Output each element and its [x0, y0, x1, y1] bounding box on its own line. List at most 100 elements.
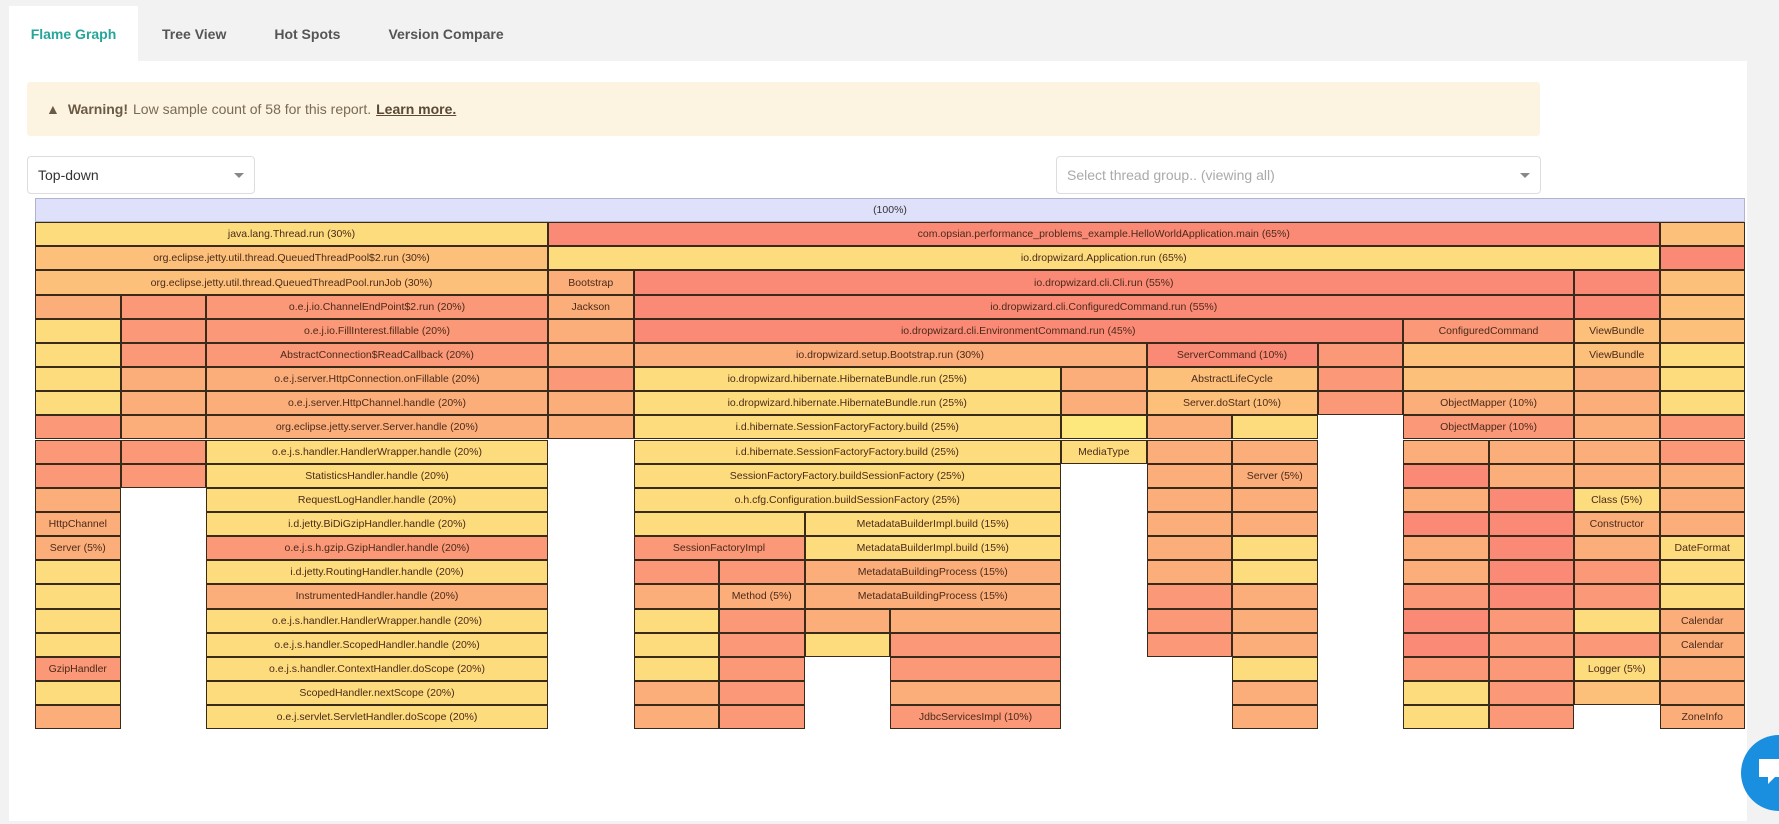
flame-frame[interactable]: Class (5%) [1574, 487, 1660, 512]
flame-frame[interactable]: RequestLogHandler.handle (20%) [206, 487, 548, 512]
flame-frame[interactable] [35, 463, 121, 488]
flame-frame[interactable] [1403, 584, 1489, 609]
flame-frame[interactable] [1403, 681, 1489, 706]
flame-frame[interactable] [890, 681, 1061, 706]
flame-frame[interactable] [1488, 560, 1574, 585]
flame-frame[interactable] [120, 367, 206, 392]
flame-frame[interactable] [719, 632, 805, 657]
flame-frame[interactable]: Server.doStart (10%) [1146, 391, 1318, 416]
flame-frame[interactable] [1574, 415, 1660, 440]
flame-frame[interactable] [1659, 584, 1745, 609]
flame-frame[interactable]: Logger (5%) [1574, 656, 1660, 681]
flame-frame[interactable] [1403, 560, 1489, 585]
flame-frame[interactable]: org.eclipse.jetty.server.Server.handle (… [206, 415, 548, 440]
flame-frame[interactable]: i.d.hibernate.SessionFactoryFactory.buil… [633, 439, 1061, 464]
flame-frame[interactable] [35, 367, 121, 392]
flame-frame[interactable] [1403, 536, 1489, 561]
flame-frame[interactable] [1574, 439, 1660, 464]
flame-frame[interactable] [120, 439, 206, 464]
flame-frame[interactable] [1488, 487, 1574, 512]
flame-frame[interactable] [1403, 511, 1489, 537]
flame-frame[interactable]: Constructor [1574, 511, 1660, 537]
flame-frame[interactable] [1232, 608, 1318, 633]
flame-frame[interactable] [548, 391, 634, 416]
flame-frame[interactable]: AbstractConnection$ReadCallback (20%) [206, 342, 548, 368]
flame-frame[interactable] [1659, 367, 1745, 392]
flame-frame[interactable]: o.e.j.io.FillInterest.fillable (20%) [206, 318, 548, 343]
flame-frame[interactable]: MetadataBuildingProcess (15%) [804, 584, 1061, 609]
flame-frame[interactable] [1061, 367, 1147, 392]
flame-frame[interactable] [1403, 705, 1489, 730]
flame-frame[interactable] [35, 342, 121, 368]
flame-frame[interactable] [35, 608, 121, 633]
flame-frame[interactable]: ZoneInfo [1659, 705, 1745, 730]
flame-frame[interactable]: o.h.cfg.Configuration.buildSessionFactor… [633, 487, 1061, 512]
flame-frame[interactable] [1574, 270, 1660, 295]
flame-frame[interactable]: java.lang.Thread.run (30%) [35, 222, 548, 247]
flame-frame[interactable] [1146, 584, 1232, 609]
flame-frame[interactable]: org.eclipse.jetty.util.thread.QueuedThre… [35, 270, 548, 295]
flame-frame[interactable] [548, 415, 634, 440]
flame-frame[interactable] [633, 608, 719, 633]
flame-frame[interactable] [35, 439, 121, 464]
flame-frame[interactable] [35, 318, 121, 343]
flame-frame[interactable] [1317, 367, 1403, 392]
flame-frame[interactable] [120, 294, 206, 319]
flame-frame[interactable] [35, 560, 121, 585]
flame-frame[interactable] [1659, 439, 1745, 464]
flame-frame[interactable] [1574, 294, 1660, 319]
flame-frame[interactable]: o.e.j.io.ChannelEndPoint$2.run (20%) [206, 294, 548, 319]
flame-frame[interactable]: JdbcServicesImpl (10%) [890, 705, 1061, 730]
learn-more-link[interactable]: Learn more. [376, 101, 456, 117]
flame-frame[interactable] [1232, 656, 1318, 681]
flame-frame[interactable]: io.dropwizard.Application.run (65%) [548, 246, 1660, 271]
flame-frame[interactable] [1061, 415, 1147, 440]
flame-frame[interactable] [633, 681, 719, 706]
flame-frame[interactable]: o.e.j.server.HttpConnection.onFillable (… [206, 367, 548, 392]
flame-frame[interactable] [633, 656, 719, 681]
flame-frame[interactable]: io.dropwizard.hibernate.HibernateBundle.… [633, 367, 1061, 392]
flame-frame[interactable]: ViewBundle [1574, 342, 1660, 368]
flame-frame[interactable]: Jackson [548, 294, 634, 319]
flame-frame[interactable] [1574, 391, 1660, 416]
flame-frame[interactable]: ObjectMapper (10%) [1403, 391, 1574, 416]
flame-frame[interactable] [1574, 632, 1660, 657]
flame-frame[interactable] [633, 705, 719, 730]
flame-frame[interactable] [1146, 511, 1232, 537]
flame-frame[interactable] [633, 511, 805, 537]
flame-frame[interactable] [1488, 656, 1574, 681]
flame-frame[interactable] [1574, 681, 1660, 706]
flame-frame[interactable] [1488, 439, 1574, 464]
flame-frame[interactable]: StatisticsHandler.handle (20%) [206, 463, 548, 488]
flame-frame[interactable]: InstrumentedHandler.handle (20%) [206, 584, 548, 609]
flame-frame[interactable] [1659, 342, 1745, 368]
flame-frame[interactable]: o.e.j.servlet.ServletHandler.doScope (20… [206, 705, 548, 730]
flame-frame[interactable] [1146, 608, 1232, 633]
flame-frame[interactable]: Bootstrap [548, 270, 634, 295]
flame-frame[interactable]: io.dropwizard.cli.EnvironmentCommand.run… [633, 318, 1403, 343]
flame-frame[interactable] [1317, 391, 1403, 416]
flame-frame[interactable] [1146, 560, 1232, 585]
flame-frame[interactable] [1403, 487, 1489, 512]
flame-frame[interactable]: MetadataBuilderImpl.build (15%) [804, 511, 1061, 537]
flame-frame[interactable]: o.e.j.server.HttpChannel.handle (20%) [206, 391, 548, 416]
flame-frame[interactable]: com.opsian.performance_problems_example.… [548, 222, 1660, 247]
flame-frame[interactable] [890, 656, 1061, 681]
flame-frame[interactable] [1232, 705, 1318, 730]
flame-frame[interactable] [1232, 632, 1318, 657]
flame-frame[interactable] [1403, 656, 1489, 681]
flame-frame[interactable] [1403, 608, 1489, 633]
flame-frame[interactable]: i.d.hibernate.SessionFactoryFactory.buil… [633, 415, 1061, 440]
tab-flame-graph[interactable]: Flame Graph [9, 6, 138, 61]
flame-frame[interactable]: GzipHandler [35, 656, 121, 681]
flame-frame[interactable] [719, 656, 805, 681]
flame-root-frame[interactable]: (100%) [35, 198, 1745, 223]
flame-frame[interactable] [1146, 415, 1232, 440]
flame-frame[interactable] [1146, 632, 1232, 657]
flame-frame[interactable]: Calendar [1659, 632, 1745, 657]
flame-frame[interactable] [1146, 439, 1232, 464]
flame-frame[interactable]: AbstractLifeCycle [1146, 367, 1318, 392]
flame-frame[interactable] [1659, 463, 1745, 488]
flame-frame[interactable] [1488, 608, 1574, 633]
flame-frame[interactable] [1574, 560, 1660, 585]
